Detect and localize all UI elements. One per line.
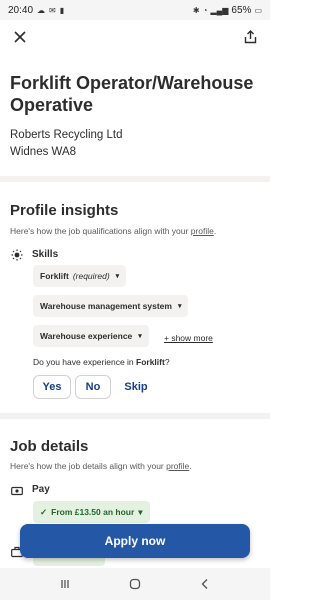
company-name: Roberts Recycling Ltd bbox=[10, 129, 123, 141]
share-icon[interactable] bbox=[240, 27, 260, 47]
apply-now-button[interactable]: Apply now bbox=[20, 524, 250, 558]
chevron-down-icon: ▾ bbox=[138, 506, 143, 517]
mail-icon: ✉ bbox=[49, 5, 56, 15]
job-header: Forklift Operator/Warehouse Operative Ro… bbox=[10, 72, 260, 161]
no-button[interactable]: No bbox=[75, 375, 111, 399]
skills-label: Skills bbox=[32, 249, 59, 260]
back-icon[interactable] bbox=[190, 574, 220, 594]
job-location: Widnes WA8 bbox=[10, 146, 77, 158]
home-icon[interactable] bbox=[120, 574, 150, 594]
chevron-down-icon: ▾ bbox=[138, 333, 142, 340]
status-right: ✱ ◔ ▂▄▆ 65% ▭ bbox=[193, 5, 262, 16]
notification-icon: ▮ bbox=[59, 5, 65, 15]
yes-button[interactable]: Yes bbox=[33, 375, 71, 399]
status-time: 20:40 bbox=[8, 4, 34, 16]
check-icon: ✓ bbox=[40, 506, 48, 517]
skill-chip-warehouse-experience[interactable]: Warehouse experience ▾ bbox=[33, 325, 149, 347]
status-left: 20:40 ☁ ✉ ▮ bbox=[8, 5, 64, 16]
cloud-icon: ☁ bbox=[37, 5, 46, 15]
skill-name: Warehouse experience bbox=[40, 331, 133, 341]
subtitle-text: Here's how the job qualifications align … bbox=[10, 226, 191, 236]
bluetooth-icon: ✱ bbox=[192, 5, 200, 15]
profile-link[interactable]: profile bbox=[166, 461, 189, 471]
pay-icon bbox=[11, 484, 23, 496]
subtitle-end: . bbox=[189, 461, 192, 471]
company-info: Roberts Recycling Ltd Widnes WA8 bbox=[10, 127, 260, 161]
skill-name: Warehouse management system bbox=[40, 301, 172, 311]
profile-link[interactable]: profile bbox=[191, 226, 214, 236]
battery-level: 65% bbox=[231, 4, 252, 16]
pay-chip[interactable]: ✓ From £13.50 an hour ▾ bbox=[33, 501, 150, 523]
battery-icon: ▭ bbox=[254, 5, 262, 15]
skill-chip-forklift[interactable]: Forklift (required) ▾ bbox=[33, 265, 127, 287]
question-text: Do you have experience in bbox=[33, 357, 137, 367]
status-bar: 20:40 ☁ ✉ ▮ ✱ ◔ ▂▄▆ 65% ▭ bbox=[0, 0, 270, 20]
profile-insights-title: Profile insights bbox=[10, 202, 119, 219]
subtitle-text: Here's how the job details align with yo… bbox=[10, 461, 167, 471]
subtitle-end: . bbox=[213, 226, 217, 236]
section-divider bbox=[0, 413, 270, 419]
system-nav-bar bbox=[0, 568, 270, 600]
chevron-down-icon: ▾ bbox=[115, 273, 120, 280]
signal-icon: ▂▄▆ bbox=[210, 5, 229, 15]
section-divider bbox=[0, 176, 270, 182]
pay-label: Pay bbox=[32, 484, 50, 495]
skills-icon bbox=[11, 248, 23, 261]
question-skill: Forklift bbox=[136, 357, 165, 367]
experience-question: Do you have experience in Forklift? bbox=[33, 357, 170, 367]
profile-insights-subtitle: Here's how the job qualifications align … bbox=[10, 226, 216, 236]
wifi-icon: ◔ bbox=[202, 5, 208, 15]
job-details-subtitle: Here's how the job details align with yo… bbox=[10, 461, 192, 471]
show-more-link[interactable]: + show more bbox=[164, 333, 213, 343]
job-title: Forklift Operator/Warehouse Operative bbox=[10, 73, 254, 115]
close-icon[interactable] bbox=[10, 27, 30, 47]
question-mark: ? bbox=[164, 357, 170, 367]
skill-chip-wms[interactable]: Warehouse management system ▾ bbox=[33, 295, 189, 317]
top-bar bbox=[0, 20, 270, 54]
chevron-down-icon: ▾ bbox=[177, 303, 182, 310]
recent-apps-icon[interactable] bbox=[50, 574, 80, 594]
skill-name: Forklift bbox=[40, 271, 69, 281]
job-details-title: Job details bbox=[10, 438, 89, 455]
skip-button[interactable]: Skip bbox=[116, 375, 156, 399]
pay-value: From £13.50 an hour bbox=[51, 507, 135, 517]
skill-required: (required) bbox=[72, 271, 110, 281]
